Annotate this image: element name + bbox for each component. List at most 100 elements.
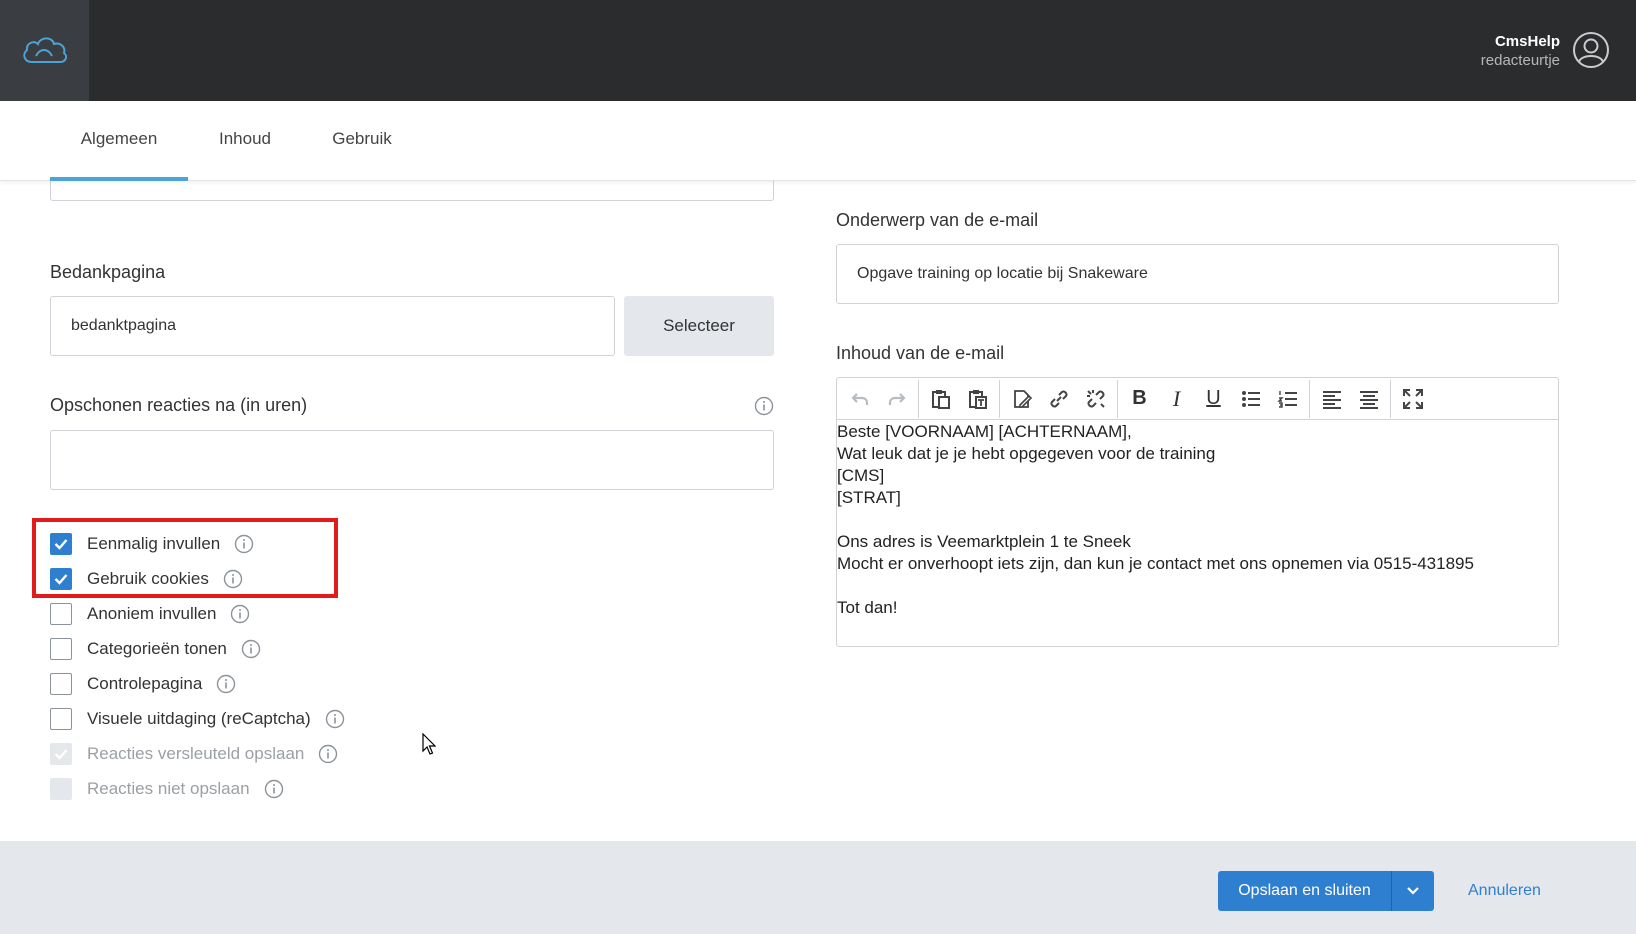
onderwerp-label: Onderwerp van de e-mail	[836, 210, 1039, 230]
tab-gebruik[interactable]: Gebruik	[320, 101, 404, 181]
info-icon[interactable]	[241, 639, 261, 659]
paste-text-button[interactable]	[959, 384, 996, 414]
select-button[interactable]: Selecteer	[624, 296, 774, 356]
email-body-line	[837, 575, 1558, 597]
toolbar-divider	[999, 379, 1000, 418]
user-info[interactable]: CmsHelp redacteurtje	[1481, 32, 1560, 70]
info-icon[interactable]	[318, 744, 338, 764]
tab-algemeen[interactable]: Algemeen	[50, 101, 188, 181]
editor-toolbar: B I U	[837, 378, 1558, 420]
bedankpagina-input[interactable]: bedanktpagina	[50, 296, 615, 356]
fullscreen-icon	[1402, 388, 1423, 409]
italic-button[interactable]: I	[1158, 384, 1195, 414]
edit-button[interactable]	[1003, 384, 1040, 414]
unlink-button[interactable]	[1077, 384, 1114, 414]
italic-icon: I	[1172, 385, 1181, 411]
bold-icon: B	[1132, 387, 1147, 409]
cancel-link[interactable]: Annuleren	[1468, 871, 1541, 911]
info-icon[interactable]	[230, 604, 250, 624]
cloud-logo-icon	[22, 36, 67, 63]
align-center-icon	[1359, 390, 1378, 409]
edit-icon	[1013, 389, 1032, 408]
checkbox-row-anoniem-invullen[interactable]: Anoniem invullen	[50, 602, 250, 626]
user-avatar-icon[interactable]	[1572, 31, 1610, 69]
toolbar-divider	[1390, 379, 1391, 418]
underline-icon: U	[1206, 387, 1221, 409]
checkbox-controlepagina[interactable]	[50, 673, 72, 695]
align-center-button[interactable]	[1350, 384, 1387, 414]
checkbox-label: Anoniem invullen	[87, 604, 217, 623]
checkbox-visuele-uitdaging[interactable]	[50, 708, 72, 730]
tab-inhoud[interactable]: Inhoud	[206, 101, 284, 181]
numbered-list-icon	[1276, 390, 1297, 408]
user-name: CmsHelp	[1494, 33, 1560, 50]
save-and-close-button[interactable]: Opslaan en sluiten	[1218, 871, 1392, 911]
redo-icon	[888, 392, 906, 405]
onderwerp-input[interactable]: Opgave training op locatie bij Snakeware	[836, 244, 1559, 304]
save-options-dropdown[interactable]	[1392, 871, 1434, 911]
email-body-line: Tot dan!	[837, 598, 898, 617]
toolbar-divider	[1117, 379, 1118, 418]
email-body-line: Ons adres is Veemarktplein 1 te Sneek	[837, 532, 1131, 551]
highlight-annotation-box	[32, 518, 338, 598]
align-left-icon	[1322, 390, 1341, 409]
paste-icon	[931, 389, 950, 409]
checkbox-categorieen-tonen[interactable]	[50, 638, 72, 660]
align-left-button[interactable]	[1313, 384, 1350, 414]
checkbox-row-reacties-versleuteld-opslaan: Reacties versleuteld opslaan	[50, 742, 338, 766]
checkbox-label: Controlepagina	[87, 674, 203, 693]
toolbar-divider	[918, 379, 919, 418]
checkbox-anoniem-invullen[interactable]	[50, 603, 72, 625]
email-body-text[interactable]: Beste [VOORNAAM] [ACHTERNAAM], Wat leuk d…	[837, 420, 1558, 619]
checkbox-row-visuele-uitdaging[interactable]: Visuele uitdaging (reCaptcha)	[50, 707, 345, 731]
checkbox-label: Visuele uitdaging (reCaptcha)	[87, 709, 311, 728]
user-role: redacteurtje	[1480, 52, 1560, 69]
save-button-group: Opslaan en sluiten	[1218, 871, 1434, 911]
top-input-field[interactable]	[50, 181, 774, 201]
checkbox-label: Categorieën tonen	[87, 639, 227, 658]
checkbox-label: Reacties versleuteld opslaan	[87, 744, 305, 763]
form-content: Bedankpagina bedanktpagina Selecteer Ops…	[0, 181, 1636, 841]
redo-button[interactable]	[878, 384, 915, 414]
inhoud-label: Inhoud van de e-mail	[836, 343, 1005, 363]
toolbar-divider	[1309, 379, 1310, 418]
checkbox-row-categorieen-tonen[interactable]: Categorieën tonen	[50, 637, 261, 661]
email-body-line: Wat leuk dat je je hebt opgegeven voor d…	[837, 444, 1216, 463]
undo-button[interactable]	[841, 384, 878, 414]
email-body-line: Beste [VOORNAAM] [ACHTERNAAM],	[837, 422, 1132, 441]
link-icon	[1050, 390, 1067, 407]
checkbox-reacties-niet-opslaan	[50, 778, 72, 800]
info-icon[interactable]	[754, 396, 774, 416]
fullscreen-button[interactable]	[1394, 384, 1431, 414]
mouse-cursor-icon	[422, 733, 437, 755]
paste-button[interactable]	[922, 384, 959, 414]
checkbox-row-controlepagina[interactable]: Controlepagina	[50, 672, 236, 696]
numbered-list-button[interactable]	[1269, 384, 1306, 414]
bedankpagina-label: Bedankpagina	[50, 262, 166, 282]
info-icon[interactable]	[325, 709, 345, 729]
underline-button[interactable]: U	[1195, 384, 1232, 414]
bold-button[interactable]: B	[1121, 384, 1158, 414]
info-icon[interactable]	[216, 674, 236, 694]
email-body-line: [STRAT]	[837, 488, 901, 507]
chevron-down-icon	[1407, 887, 1419, 895]
email-editor[interactable]: B I U Beste [VOORNAAM] [ACHTERNAAM], Wat …	[836, 377, 1559, 647]
info-icon[interactable]	[264, 779, 284, 799]
email-body-line: [CMS]	[837, 466, 885, 485]
opschonen-input[interactable]	[50, 430, 774, 490]
email-body-line	[837, 509, 1558, 531]
logo[interactable]	[0, 0, 89, 101]
footer-bar: Opslaan en sluiten Annuleren	[0, 841, 1636, 934]
paste-text-icon	[968, 389, 987, 409]
checkbox-reacties-versleuteld-opslaan	[50, 743, 72, 765]
opschonen-label: Opschonen reacties na (in uren)	[50, 395, 308, 415]
undo-icon	[850, 392, 868, 405]
link-button[interactable]	[1040, 384, 1077, 414]
checkmark-icon	[54, 749, 68, 760]
bullet-list-button[interactable]	[1232, 384, 1269, 414]
top-bar: CmsHelp redacteurtje	[0, 0, 1636, 101]
tab-bar: Algemeen Inhoud Gebruik	[0, 101, 1636, 181]
bullet-list-icon	[1241, 390, 1260, 407]
checkbox-label: Reacties niet opslaan	[87, 779, 250, 798]
checkbox-row-reacties-niet-opslaan: Reacties niet opslaan	[50, 777, 284, 801]
